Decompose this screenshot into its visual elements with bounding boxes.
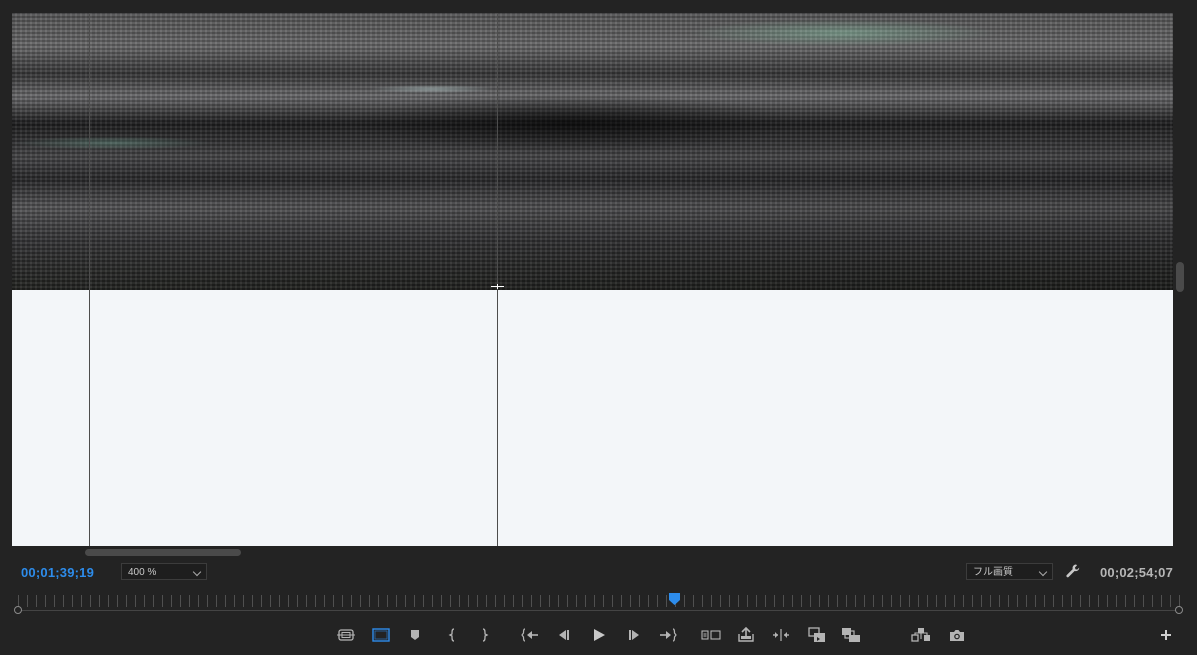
vr-icon — [911, 628, 930, 642]
add-button[interactable] — [1155, 624, 1177, 646]
transparency-grid-button[interactable] — [370, 624, 392, 646]
marker-icon — [411, 630, 419, 640]
chevron-down-icon — [1038, 567, 1048, 577]
video-viewport[interactable] — [12, 13, 1173, 546]
mark-out-button[interactable] — [473, 624, 495, 646]
playback-resolution-select[interactable]: フル画質 — [966, 563, 1053, 580]
plus-icon — [1161, 630, 1171, 640]
chevron-down-icon — [192, 567, 202, 577]
step-forward-button[interactable] — [623, 624, 645, 646]
current-timecode[interactable]: 00;01;39;19 — [21, 565, 94, 580]
go-to-out-button[interactable] — [657, 624, 679, 646]
mark-out-icon — [482, 628, 489, 642]
vr-button[interactable] — [910, 624, 932, 646]
camera-icon — [950, 630, 964, 641]
safe-margins-icon — [337, 629, 355, 641]
play-icon — [594, 629, 605, 641]
go-to-in-button[interactable] — [519, 624, 541, 646]
duration-timecode: 00;02;54;07 — [1099, 565, 1173, 580]
vertical-scrollbar[interactable] — [1176, 262, 1184, 292]
guide-line-1[interactable] — [89, 13, 90, 546]
mark-in-button[interactable] — [442, 624, 464, 646]
step-back-icon — [559, 630, 569, 640]
lift-button[interactable] — [735, 624, 757, 646]
crosshair-icon — [491, 284, 504, 289]
go-to-out-icon — [660, 628, 677, 642]
zoom-level-select[interactable]: 400 % — [121, 563, 207, 580]
add-marker-button[interactable] — [404, 624, 426, 646]
playback-resolution-value: フル画質 — [973, 567, 1013, 578]
step-forward-icon — [629, 630, 639, 640]
export-frame-button[interactable] — [946, 624, 968, 646]
in-out-icon — [701, 630, 721, 640]
extract-icon — [773, 629, 789, 641]
transport-controls — [0, 624, 1197, 648]
rectangle-icon — [372, 628, 390, 642]
time-ruler[interactable] — [18, 595, 1180, 607]
safe-margins-button[interactable] — [335, 624, 357, 646]
zoom-handle-right[interactable] — [1175, 606, 1183, 614]
multicam-icon — [842, 628, 860, 642]
video-frame — [12, 13, 1173, 290]
zoom-handle-left[interactable] — [14, 606, 22, 614]
play-button[interactable] — [588, 624, 610, 646]
guide-line-2[interactable] — [497, 13, 498, 546]
comparison-view-button[interactable] — [806, 624, 828, 646]
lift-icon — [738, 627, 754, 642]
play-in-to-out-button[interactable] — [700, 624, 722, 646]
zoom-level-value: 400 % — [128, 567, 157, 578]
extract-button[interactable] — [770, 624, 792, 646]
multicam-button[interactable] — [840, 624, 862, 646]
comparison-icon — [808, 627, 825, 642]
program-monitor: 00;01;39;19 400 % フル画質 00;02;54;07 — [0, 0, 1197, 655]
go-to-in-icon — [521, 628, 538, 642]
playhead[interactable] — [669, 592, 681, 605]
time-ruler-track[interactable] — [18, 610, 1180, 611]
mark-in-icon — [448, 628, 455, 642]
settings-wrench-icon[interactable] — [1065, 563, 1081, 579]
step-back-button[interactable] — [553, 624, 575, 646]
horizontal-scrollbar[interactable] — [85, 549, 241, 556]
